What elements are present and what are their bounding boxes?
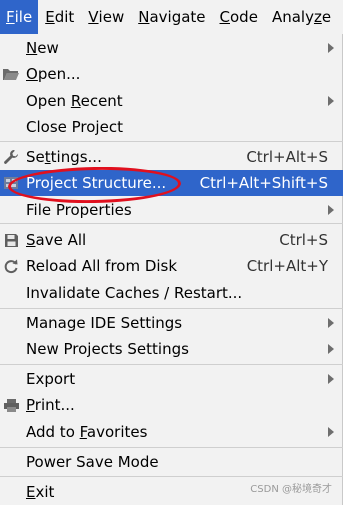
menu-item-close-project[interactable]: Close Project xyxy=(0,114,343,140)
menu-item-open-mnemonic: O xyxy=(26,65,38,83)
menu-item-new-projects-settings[interactable]: New Projects Settings xyxy=(0,336,343,362)
menu-file-label: ile xyxy=(14,8,33,26)
menu-navigate-mnemonic: N xyxy=(138,8,150,26)
menu-item-save-all-mnemonic: S xyxy=(26,231,36,249)
menu-item-new-mnemonic: N xyxy=(26,39,38,57)
menu-item-print-mnemonic: P xyxy=(26,396,35,414)
menu-separator xyxy=(0,476,343,477)
menu-item-power-save-mode-label: Power Save Mode xyxy=(26,453,159,471)
menu-item-print-label: Print... xyxy=(26,396,75,414)
submenu-arrow-icon xyxy=(328,344,334,354)
menu-item-add-to-favorites-prefix: Add to xyxy=(26,423,80,441)
menu-navigate-label: avigate xyxy=(149,8,206,26)
menu-item-invalidate-caches[interactable]: Invalidate Caches / Restart... xyxy=(0,280,343,306)
menu-code-label: ode xyxy=(230,8,258,26)
menu-code[interactable]: Code xyxy=(213,0,265,34)
menu-item-new[interactable]: New xyxy=(0,35,343,61)
menu-item-open-label: Open... xyxy=(26,65,80,83)
menu-item-project-structure-label: Project Structure... xyxy=(26,174,167,192)
menu-item-open-recent-mnemonic: R xyxy=(70,92,81,110)
menu-file-mnemonic: F xyxy=(6,8,15,26)
menu-item-reload[interactable]: Reload All from Disk Ctrl+Alt+Y xyxy=(0,253,343,279)
menu-item-settings-shortcut: Ctrl+Alt+S xyxy=(246,148,328,166)
submenu-arrow-icon xyxy=(328,318,334,328)
menu-edit-mnemonic: E xyxy=(45,8,55,26)
menu-item-settings-label: Settings... xyxy=(26,148,102,166)
project-structure-icon xyxy=(2,174,20,192)
menu-item-save-all-shortcut: Ctrl+S xyxy=(279,231,328,249)
menu-item-add-to-favorites[interactable]: Add to Favorites xyxy=(0,419,343,445)
menu-item-power-save-mode[interactable]: Power Save Mode xyxy=(0,449,343,475)
menu-item-settings[interactable]: Settings... Ctrl+Alt+S xyxy=(0,144,343,170)
menu-item-settings-prefix: Se xyxy=(26,148,45,166)
menu-item-reload-shortcut: Ctrl+Alt+Y xyxy=(246,257,328,275)
printer-icon xyxy=(2,396,20,414)
menu-analyze-prefix: Analy xyxy=(271,8,314,26)
menu-separator xyxy=(0,364,343,365)
menu-separator xyxy=(0,447,343,448)
menu-item-print[interactable]: Print... xyxy=(0,392,343,418)
menu-item-open-recent[interactable]: Open Recent xyxy=(0,88,343,114)
menu-item-add-to-favorites-mnemonic: F xyxy=(79,423,87,441)
menu-item-reload-label: Reload All from Disk xyxy=(26,257,178,275)
submenu-arrow-icon xyxy=(328,427,334,437)
submenu-arrow-icon xyxy=(328,374,334,384)
menu-item-print-text: rint... xyxy=(34,396,75,414)
menu-bar: File Edit View Navigate Code Analy z e xyxy=(0,0,343,34)
wrench-icon xyxy=(2,148,20,166)
submenu-arrow-icon xyxy=(328,43,334,53)
watermark: CSDN @秘境奇才 xyxy=(250,484,332,495)
menu-edit-label: dit xyxy=(54,8,75,26)
menu-analyze[interactable]: Analy z e xyxy=(265,0,338,34)
menu-item-close-project-label: Close Project xyxy=(26,118,123,136)
save-icon xyxy=(2,231,20,249)
menu-file[interactable]: File xyxy=(0,0,39,34)
menu-item-new-text: ew xyxy=(37,39,59,57)
menu-view[interactable]: View xyxy=(81,0,131,34)
menu-item-file-properties-label: File Properties xyxy=(26,201,132,219)
menu-separator xyxy=(0,308,343,309)
reload-icon xyxy=(2,257,20,275)
menu-item-save-all-text: ave All xyxy=(35,231,87,249)
submenu-arrow-icon xyxy=(328,96,334,106)
menu-item-export[interactable]: Export xyxy=(0,366,343,392)
menu-item-settings-text: tings... xyxy=(50,148,102,166)
menu-separator xyxy=(0,141,343,142)
menu-analyze-mnemonic: z xyxy=(313,8,322,26)
menu-item-new-label: New xyxy=(26,39,59,57)
menu-item-new-projects-settings-label: New Projects Settings xyxy=(26,340,189,358)
menu-item-exit-text: xit xyxy=(35,483,55,501)
menu-item-project-structure-shortcut: Ctrl+Alt+Shift+S xyxy=(199,174,328,192)
menu-view-mnemonic: V xyxy=(88,8,99,26)
menu-item-open-recent-label: Open Recent xyxy=(26,92,123,110)
menu-item-manage-ide-settings[interactable]: Manage IDE Settings xyxy=(0,310,343,336)
menu-item-project-structure[interactable]: Project Structure... Ctrl+Alt+Shift+S xyxy=(0,170,343,196)
menu-item-open-recent-prefix: Open xyxy=(26,92,71,110)
menu-item-open-recent-text: ecent xyxy=(80,92,123,110)
menu-item-manage-ide-settings-label: Manage IDE Settings xyxy=(26,314,183,332)
menu-item-open-text: pen... xyxy=(37,65,81,83)
file-menu-dropdown: New Open... Open Recent Close Project Se… xyxy=(0,34,343,505)
menu-analyze-label: e xyxy=(321,8,332,26)
menu-view-label: iew xyxy=(98,8,125,26)
submenu-arrow-icon xyxy=(328,205,334,215)
folder-icon xyxy=(2,65,20,83)
menu-item-export-label: Export xyxy=(26,370,76,388)
menu-item-add-to-favorites-text: avorites xyxy=(86,423,148,441)
menu-separator xyxy=(0,223,343,224)
menu-item-save-all-label: Save All xyxy=(26,231,86,249)
menu-item-open[interactable]: Open... xyxy=(0,61,343,87)
menu-edit[interactable]: Edit xyxy=(38,0,81,34)
menu-code-mnemonic: C xyxy=(219,8,230,26)
menu-item-save-all[interactable]: Save All Ctrl+S xyxy=(0,227,343,253)
menu-item-invalidate-caches-label: Invalidate Caches / Restart... xyxy=(26,284,243,302)
menu-item-add-to-favorites-label: Add to Favorites xyxy=(26,423,147,441)
menu-item-exit-label: Exit xyxy=(26,483,54,501)
menu-item-file-properties[interactable]: File Properties xyxy=(0,197,343,223)
menu-navigate[interactable]: Navigate xyxy=(131,0,212,34)
